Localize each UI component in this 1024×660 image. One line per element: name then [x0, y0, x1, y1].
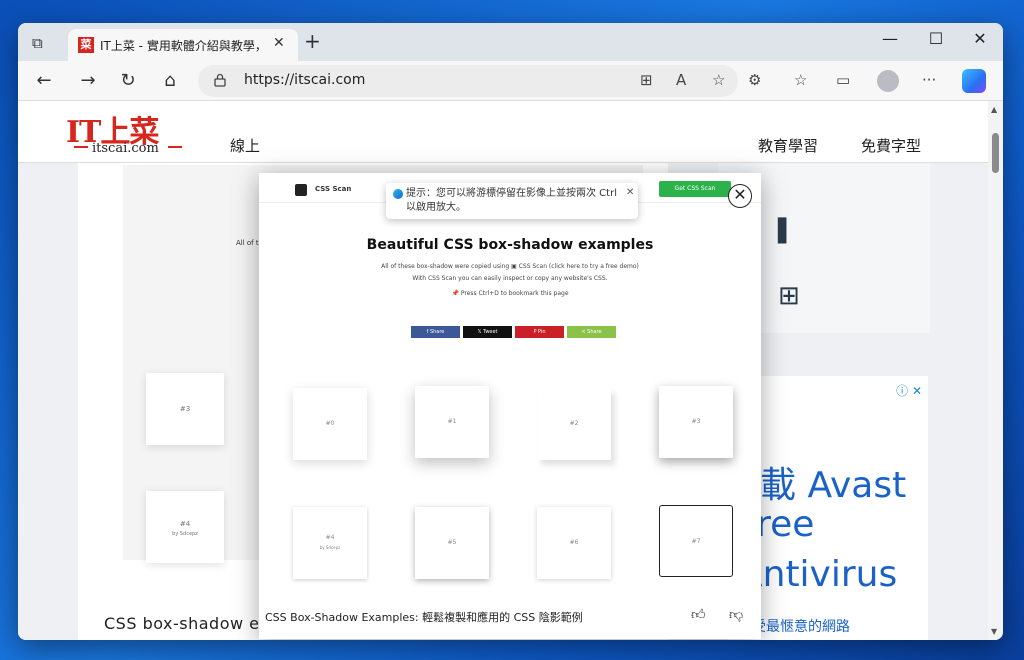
forward-arrow-icon[interactable]: → — [76, 69, 100, 93]
menu-item-fonts[interactable]: 免費字型 — [861, 135, 921, 156]
ad-info-close-icon[interactable]: ⓘ ✕ — [896, 382, 922, 399]
close-window-button[interactable]: ✕ — [970, 29, 990, 48]
url-text[interactable]: https://itscai.com — [244, 72, 365, 88]
edge-icon — [393, 189, 403, 199]
card-label: #3 — [691, 418, 701, 425]
refresh-icon[interactable]: ↻ — [116, 69, 140, 93]
shadow-example-card[interactable]: #7 — [659, 505, 733, 577]
logo-decoration — [74, 146, 88, 148]
overlay-close-button[interactable]: ✕ — [728, 184, 752, 208]
collections-icon[interactable]: ▭ — [836, 71, 850, 89]
share-button-label: P Pin — [533, 329, 546, 335]
sidebar-glyph-icon: ▌ — [778, 219, 795, 244]
card-author: by Sdcepz — [319, 545, 341, 550]
card-author: by Sdcepz — [172, 531, 198, 537]
new-tab-button[interactable]: + — [304, 31, 321, 51]
site-favicon-icon: 菜 — [78, 37, 94, 53]
scroll-thumb[interactable] — [992, 133, 999, 173]
shadow-example-card[interactable]: #3 — [659, 386, 733, 458]
image-viewer-overlay[interactable]: CSS Scan Get CSS Scan 提示：您可以將游標停留在影像上並按兩… — [259, 173, 761, 639]
tab-strip: ⧉ 菜 IT上菜 - 實用軟體介紹與教學， ✕ + — ☐ ✕ — [18, 23, 1003, 61]
copilot-icon[interactable] — [962, 69, 986, 93]
menu-item-education[interactable]: 教育學習 — [758, 135, 818, 156]
apps-icon[interactable]: ⊞ — [778, 281, 800, 311]
active-tab[interactable]: 菜 IT上菜 - 實用軟體介紹與教學， ✕ — [68, 29, 298, 61]
example-card: #4 by Sdcepz — [146, 491, 224, 563]
shadow-example-card[interactable]: #0 — [293, 388, 367, 460]
back-arrow-icon[interactable]: ← — [32, 69, 56, 93]
share-button-label: 𝕏 Tweet — [477, 329, 498, 335]
shadow-example-card[interactable]: #1 — [415, 386, 489, 458]
get-css-scan-button[interactable]: Get CSS Scan — [659, 181, 731, 197]
shadow-example-card[interactable]: #5 — [415, 507, 489, 579]
browser-window: ⧉ 菜 IT上菜 - 實用軟體介紹與教學， ✕ + — ☐ ✕ ← → ↻ ⌂ … — [18, 23, 1003, 640]
card-label: #0 — [325, 420, 335, 427]
favorites-icon[interactable]: ☆ — [794, 71, 807, 89]
menu-item-online[interactable]: 線上 — [230, 135, 260, 156]
twitter-share-button[interactable]: 𝕏 Tweet — [463, 326, 512, 338]
overlay-description: With CSS Scan you can easily inspect or … — [412, 275, 608, 282]
ad-headline-3: Antivirus — [738, 554, 898, 595]
page-scrollbar[interactable]: ▲ ▼ — [988, 101, 1003, 640]
overlay-logo-text: CSS Scan — [315, 185, 352, 193]
thumbs-up-icon[interactable]: 👍︎ — [691, 606, 706, 623]
lock-icon[interactable] — [214, 73, 226, 87]
bookmark-hint: 📌 Press Ctrl+D to bookmark this page — [451, 290, 569, 297]
more-menu-icon[interactable]: ··· — [922, 71, 936, 89]
card-label: #4 — [325, 534, 335, 541]
workspaces-icon[interactable]: ⧉ — [32, 35, 50, 51]
address-bar[interactable]: https://itscai.com ⊞ A ☆ — [198, 65, 738, 97]
scroll-down-icon[interactable]: ▼ — [991, 627, 997, 636]
extensions-icon[interactable]: ⚙ — [748, 71, 761, 89]
site-header: IT上菜 itscai.com 線上 教育學習 免費字型 — [18, 101, 988, 163]
home-icon[interactable]: ⌂ — [158, 69, 182, 93]
tooltip-text: 提示：您可以將游標停留在影像上並按兩次 Ctrl 以啟用放大。 — [406, 188, 617, 213]
app-available-icon[interactable]: ⊞ — [640, 71, 653, 89]
card-label: #4 — [179, 520, 191, 528]
image-caption: CSS Box-Shadow Examples: 輕鬆複製和應用的 CSS 陰影… — [265, 611, 583, 624]
shadow-example-card[interactable]: #2 — [537, 388, 611, 460]
shadow-example-card[interactable]: #4 by Sdcepz — [293, 507, 367, 579]
share-button-label: f Share — [426, 329, 445, 335]
share-button-label: < Share — [581, 329, 602, 335]
thumbs-down-icon[interactable]: 👎︎ — [729, 606, 743, 623]
facebook-share-button[interactable]: f Share — [411, 326, 460, 338]
card-label: #1 — [447, 418, 457, 425]
card-label: #7 — [691, 538, 701, 545]
card-label: #3 — [179, 405, 191, 413]
card-label: #5 — [447, 539, 457, 546]
site-logo-subtitle: itscai.com — [92, 141, 159, 156]
logo-decoration — [168, 146, 182, 148]
example-card: #3 — [146, 373, 224, 445]
pinterest-share-button[interactable]: P Pin — [515, 326, 564, 338]
tab-close-icon[interactable]: ✕ — [273, 35, 285, 51]
shadow-example-card[interactable]: #6 — [537, 507, 611, 579]
card-label: #6 — [569, 539, 579, 546]
minimize-button[interactable]: — — [880, 29, 900, 48]
magnify-tooltip: 提示：您可以將游標停留在影像上並按兩次 Ctrl 以啟用放大。 ✕ — [386, 183, 638, 219]
scroll-up-icon[interactable]: ▲ — [991, 105, 997, 114]
tab-title: IT上菜 - 實用軟體介紹與教學， — [100, 39, 267, 53]
profile-avatar[interactable] — [877, 70, 899, 92]
overlay-description: All of these box-shadow were copied usin… — [381, 263, 639, 270]
web-page: IT上菜 itscai.com 線上 教育學習 免費字型 All of th #… — [18, 101, 988, 640]
generic-share-button[interactable]: < Share — [567, 326, 616, 338]
read-aloud-icon[interactable]: A — [676, 71, 686, 89]
maximize-button[interactable]: ☐ — [926, 29, 946, 48]
overlay-title: Beautiful CSS box-shadow examples — [366, 237, 654, 253]
favorite-star-icon[interactable]: ☆ — [712, 71, 725, 89]
card-label: #2 — [569, 420, 579, 427]
css-scan-logo-icon — [295, 184, 307, 196]
tooltip-close-icon[interactable]: ✕ — [626, 187, 634, 198]
browser-toolbar: ← → ↻ ⌂ https://itscai.com ⊞ A ☆ ⚙ ☆ ▭ ·… — [18, 61, 1003, 101]
